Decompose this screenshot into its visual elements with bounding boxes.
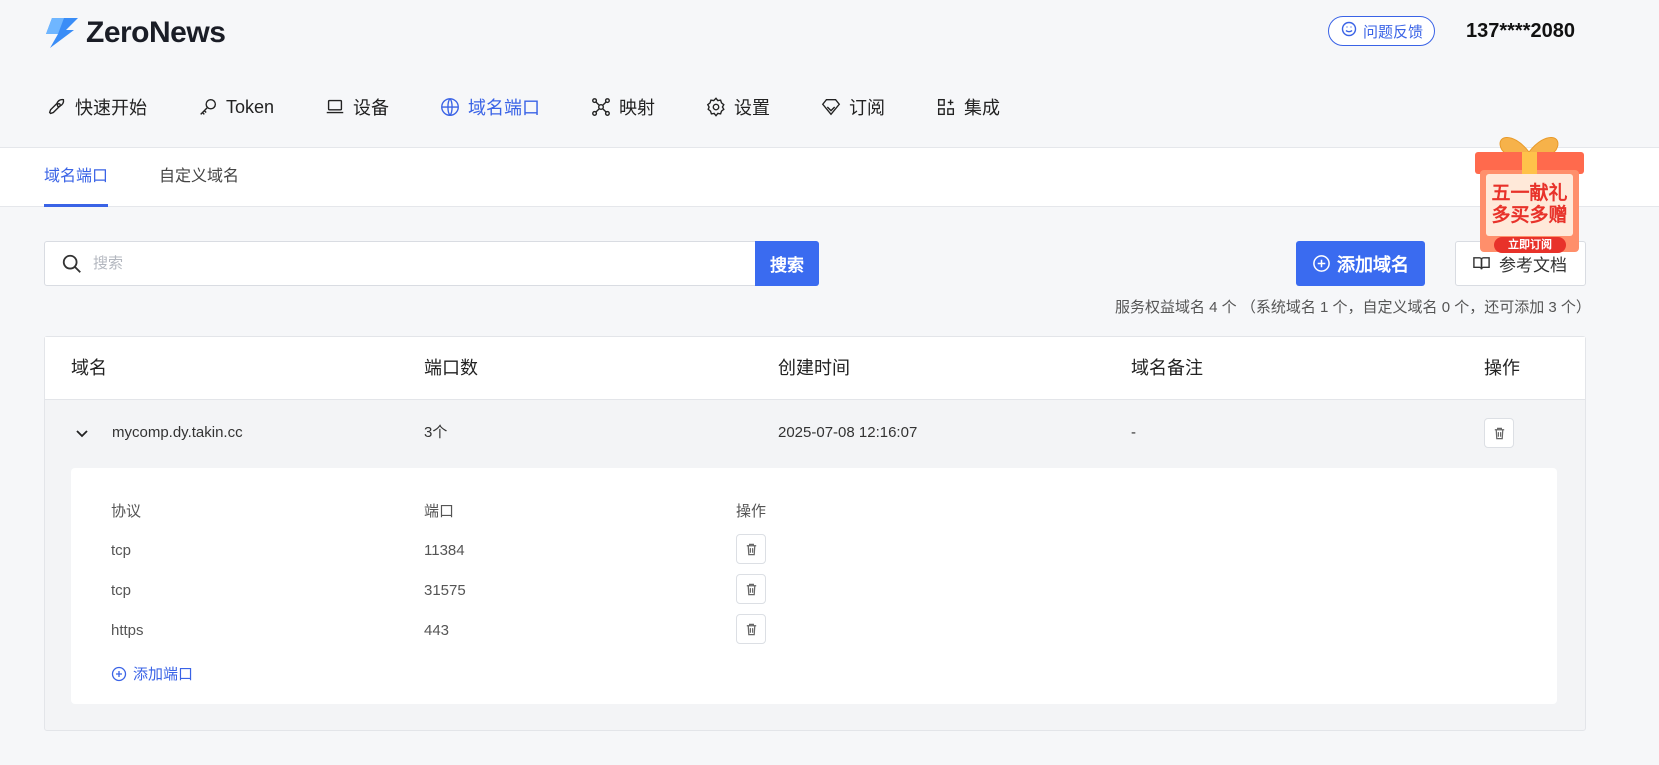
add-port-label: 添加端口 bbox=[133, 666, 194, 683]
port-number: 443 bbox=[424, 622, 450, 639]
domain-table: 域名 端口数 创建时间 域名备注 操作 mycomp.dy.takin.cc 3… bbox=[44, 336, 1586, 731]
col-note: 域名备注 bbox=[1131, 358, 1203, 378]
gear-icon bbox=[706, 97, 725, 117]
ports-panel: 协议 端口 操作 tcp 11384 tcp 31575 https 443 添… bbox=[71, 468, 1557, 704]
globe-icon bbox=[441, 98, 459, 116]
promo-cta: 立即订阅 bbox=[1508, 239, 1552, 251]
delete-port-button[interactable] bbox=[736, 534, 766, 564]
nav-label: 集成 bbox=[964, 98, 1001, 118]
nav-label: Token bbox=[226, 96, 275, 117]
created-time: 2025-07-08 12:16:07 bbox=[778, 424, 918, 441]
col-created: 创建时间 bbox=[778, 358, 850, 378]
nav-label: 域名端口 bbox=[468, 98, 541, 118]
logo[interactable]: ZeroNews bbox=[44, 16, 226, 50]
port-protocol: tcp bbox=[111, 542, 132, 559]
promo-gift-banner[interactable]: 五一献礼 多买多赠 立即订阅 bbox=[1472, 130, 1587, 260]
main-nav: 快速开始 Token 设备 域名端口 映射 设置 订阅 集成 bbox=[46, 94, 1050, 120]
col-protocol: 协议 bbox=[111, 503, 142, 520]
add-domain-button[interactable]: 添加域名 bbox=[1296, 241, 1425, 286]
port-count: 3个 bbox=[424, 424, 448, 441]
chevron-down-icon[interactable] bbox=[73, 424, 91, 442]
diamond-icon bbox=[821, 98, 841, 116]
add-port-button[interactable]: 添加端口 bbox=[111, 663, 193, 684]
port-protocol: https bbox=[111, 622, 144, 639]
col-port: 端口 bbox=[424, 503, 455, 520]
table-row: mycomp.dy.takin.cc 3个 2025-07-08 12:16:0… bbox=[45, 400, 1585, 466]
feedback-button[interactable]: 问题反馈 bbox=[1328, 16, 1436, 46]
delete-port-button[interactable] bbox=[736, 574, 766, 604]
search-icon bbox=[62, 254, 81, 273]
table-header: 域名 端口数 创建时间 域名备注 操作 bbox=[45, 337, 1585, 400]
nav-label: 设备 bbox=[353, 98, 390, 118]
trash-icon bbox=[1494, 427, 1504, 439]
search-bar: 搜索 bbox=[44, 241, 819, 286]
nav-label: 快速开始 bbox=[75, 98, 147, 118]
promo-line-2: 多买多赠 bbox=[1491, 205, 1568, 226]
tab-domain-ports[interactable]: 域名端口 bbox=[44, 148, 109, 207]
promo-line-1: 五一献礼 bbox=[1491, 183, 1568, 204]
plus-circle-icon bbox=[1313, 255, 1330, 272]
col-actions: 操作 bbox=[1484, 358, 1520, 378]
laptop-icon bbox=[326, 99, 344, 114]
nav-item-devices[interactable]: 设备 bbox=[324, 94, 389, 120]
port-protocol: tcp bbox=[111, 582, 132, 599]
trash-icon bbox=[746, 543, 756, 555]
smile-icon bbox=[1341, 21, 1357, 41]
port-number: 11384 bbox=[424, 542, 465, 559]
add-domain-label: 添加域名 bbox=[1337, 254, 1409, 275]
trash-icon bbox=[746, 583, 756, 595]
sub-tabs: 域名端口 自定义域名 bbox=[0, 147, 1659, 207]
search-input[interactable] bbox=[93, 243, 818, 284]
nav-label: 订阅 bbox=[849, 98, 886, 118]
col-domain: 域名 bbox=[71, 358, 107, 378]
nav-item-mapping[interactable]: 映射 bbox=[590, 94, 655, 120]
logo-text: ZeroNews bbox=[86, 16, 226, 49]
delete-port-button[interactable] bbox=[736, 614, 766, 644]
nav-item-subscription[interactable]: 订阅 bbox=[820, 94, 885, 120]
nav-item-quickstart[interactable]: 快速开始 bbox=[46, 94, 147, 120]
trash-icon bbox=[746, 623, 756, 635]
col-port-actions: 操作 bbox=[736, 503, 767, 520]
feedback-label: 问题反馈 bbox=[1363, 23, 1424, 41]
search-button[interactable]: 搜索 bbox=[755, 241, 819, 286]
plus-circle-icon bbox=[111, 666, 127, 681]
nav-label: 设置 bbox=[734, 98, 771, 118]
key-icon bbox=[200, 98, 217, 115]
tab-custom-domain[interactable]: 自定义域名 bbox=[159, 148, 239, 207]
user-account[interactable]: 137****2080 bbox=[1466, 20, 1575, 43]
network-icon bbox=[592, 98, 610, 116]
quota-info: 服务权益域名 4 个 （系统域名 1 个，自定义域名 0 个，还可添加 3 个） bbox=[1115, 299, 1591, 316]
nav-item-settings[interactable]: 设置 bbox=[705, 94, 770, 120]
top-header: ZeroNews 问题反馈 137****2080 快速开始 Token 设备 … bbox=[0, 0, 1659, 147]
lightning-logo-icon bbox=[44, 18, 80, 48]
domain-note: - bbox=[1131, 424, 1136, 441]
apps-icon bbox=[938, 98, 955, 116]
nav-item-integration[interactable]: 集成 bbox=[935, 94, 1000, 120]
port-number: 31575 bbox=[424, 582, 466, 599]
col-port-count: 端口数 bbox=[424, 358, 478, 378]
nav-item-token[interactable]: Token bbox=[197, 96, 274, 118]
nav-label: 映射 bbox=[619, 98, 656, 118]
domain-name: mycomp.dy.takin.cc bbox=[112, 424, 243, 441]
rocket-icon bbox=[48, 98, 65, 115]
delete-domain-button[interactable] bbox=[1484, 418, 1514, 448]
nav-item-domain-ports[interactable]: 域名端口 bbox=[439, 94, 540, 120]
